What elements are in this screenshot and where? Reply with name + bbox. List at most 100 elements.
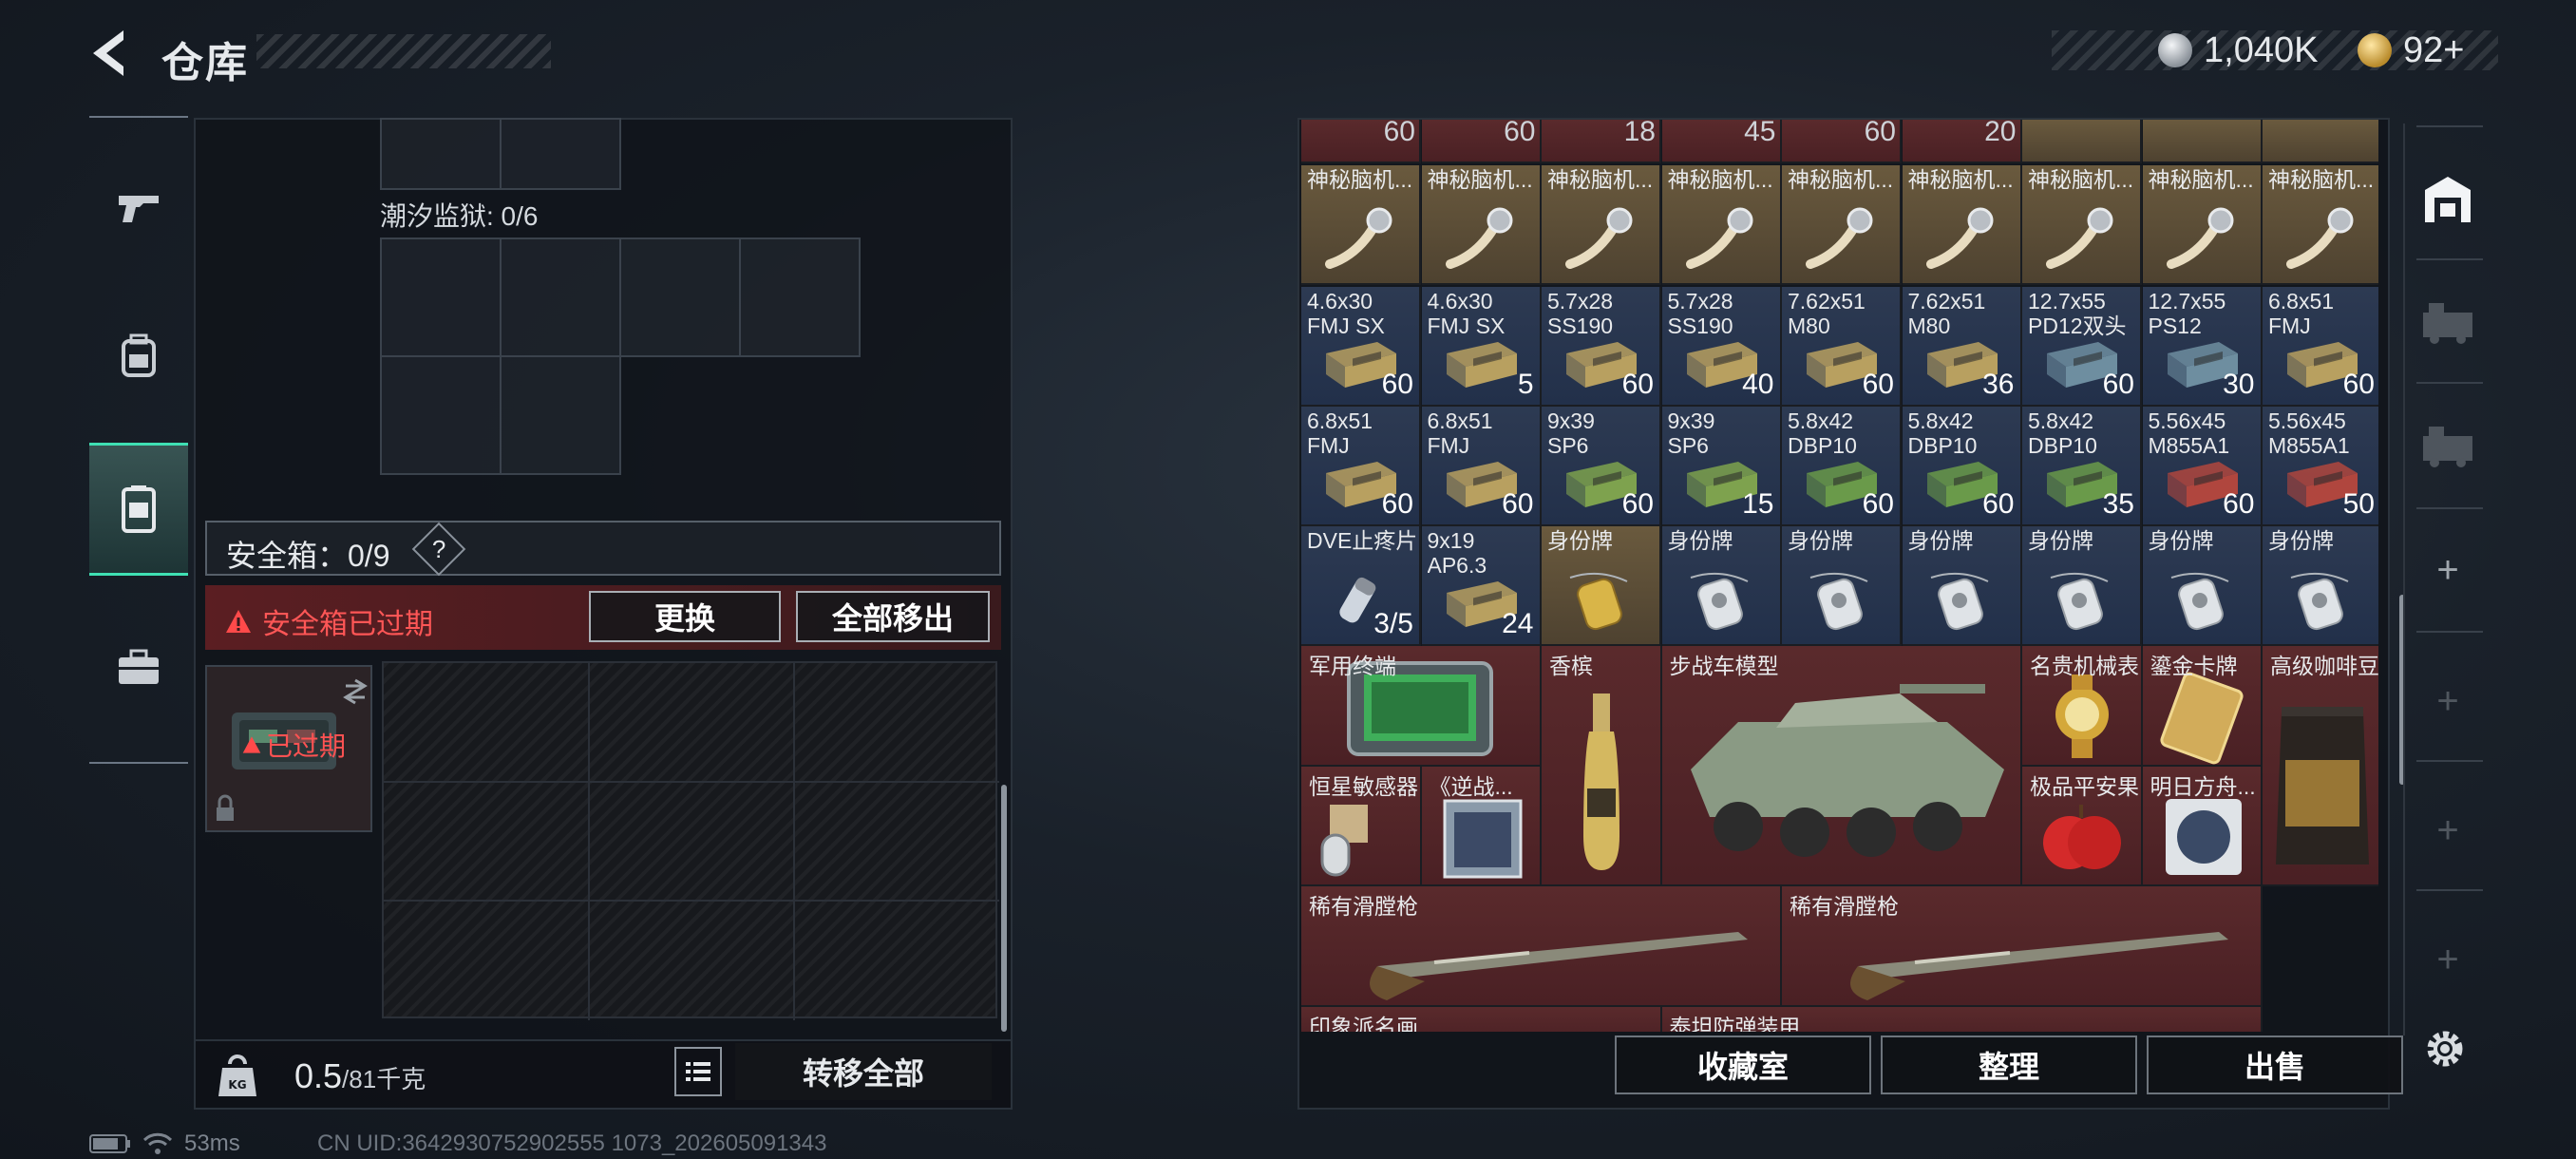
impressionist-painting[interactable]: 印象派名画	[1301, 1006, 1662, 1032]
prison-slot[interactable]	[500, 238, 621, 357]
add-storage-button[interactable]: +	[2405, 773, 2491, 887]
inventory-item[interactable]: 神秘脑机...	[1421, 165, 1542, 285]
add-storage-button[interactable]: +	[2405, 902, 2491, 1016]
inventory-item[interactable]: 9x39 SP6 60	[1542, 407, 1661, 526]
back-arrow-icon[interactable]	[84, 25, 141, 82]
inventory-item[interactable]: 身份牌	[2263, 526, 2378, 646]
rare-musket[interactable]: 稀有滑膛枪	[1782, 886, 2263, 1007]
item-variant: FMJ	[1427, 433, 1470, 458]
ifv-model[interactable]: 步战车模型	[1661, 646, 2022, 886]
prison-slot[interactable]	[739, 238, 861, 357]
premium-apple[interactable]: 极品平安果	[2022, 766, 2143, 886]
inventory-item[interactable]: 5.7x28 SS190 60	[1542, 287, 1661, 407]
left-scrollbar[interactable]	[1001, 785, 1007, 1032]
tab-weapon[interactable]	[89, 141, 188, 274]
inventory-item[interactable]: 5.56x45 M855A1 60	[2142, 407, 2263, 526]
prison-slot[interactable]	[380, 355, 502, 475]
inventory-item[interactable]: DVE止疼片 3/5	[1301, 526, 1421, 646]
inventory-item[interactable]: 5.8x42 DBP10 60	[1782, 407, 1902, 526]
inventory-item[interactable]: 9x39 SP6 15	[1661, 407, 1782, 526]
sell-button[interactable]: 出售	[2147, 1036, 2403, 1094]
gear-icon[interactable]	[2420, 1024, 2470, 1074]
inventory-item[interactable]: 身份牌	[1782, 526, 1902, 646]
inventory-item[interactable]: 身份牌	[2022, 526, 2142, 646]
list-button[interactable]	[674, 1047, 722, 1096]
grid-cell-partial[interactable]	[2022, 120, 2142, 163]
sort-button[interactable]: 整理	[1881, 1036, 2137, 1094]
inventory-item[interactable]: 7.62x51 M80 60	[1782, 287, 1902, 407]
inventory-item[interactable]: 身份牌	[2142, 526, 2263, 646]
inventory-item[interactable]: 5.8x42 DBP10 60	[1902, 407, 2022, 526]
arknights-album[interactable]: 明日方舟...	[2142, 766, 2263, 886]
inventory-item[interactable]: 12.7x55 PS12 30	[2142, 287, 2263, 407]
tab-backpack[interactable]	[89, 289, 188, 422]
inventory-item[interactable]: 神秘脑机...	[1542, 165, 1661, 285]
inventory-item[interactable]: 神秘脑机...	[2022, 165, 2142, 285]
inventory-item[interactable]: 神秘脑机...	[2263, 165, 2378, 285]
transfer-all-button[interactable]: 转移全部	[735, 1043, 992, 1100]
inventory-item[interactable]: 神秘脑机...	[1782, 165, 1902, 285]
collection-room-button[interactable]: 收藏室	[1615, 1036, 1871, 1094]
remove-all-button[interactable]: 全部移出	[796, 591, 990, 642]
tool-separator	[2416, 760, 2483, 762]
tab-toolbox[interactable]	[89, 600, 188, 733]
inventory-item[interactable]: 身份牌	[1902, 526, 2022, 646]
grid-cell-partial[interactable]: 60	[1421, 120, 1542, 163]
inventory-item[interactable]: 神秘脑机...	[2142, 165, 2263, 285]
rare-musket[interactable]: 稀有滑膛枪	[1301, 886, 1782, 1007]
tab-safebox[interactable]	[89, 443, 188, 576]
gold-currency[interactable]: 92+	[2358, 27, 2464, 74]
inventory-item[interactable]: 6.8x51 FMJ 60	[2263, 287, 2378, 407]
container-slot[interactable]	[500, 118, 621, 190]
grid-cell-partial[interactable]	[2263, 120, 2378, 163]
add-storage-button[interactable]: +	[2405, 644, 2491, 758]
help-icon[interactable]: ?	[411, 522, 466, 577]
safebox-grid[interactable]	[382, 661, 999, 1020]
storage-grid[interactable]: 60 60 18 45 60 20 神秘脑机... 神秘脑机... 神秘脑机... 神秘脑机...…	[1299, 120, 2378, 1032]
storage-slot-3[interactable]	[2405, 388, 2491, 502]
star-sensor[interactable]: 恒星敏感器	[1301, 766, 1422, 886]
inventory-item[interactable]: 身份牌	[1661, 526, 1782, 646]
inventory-item[interactable]: 5.8x42 DBP10 35	[2022, 407, 2142, 526]
grid-cell-partial[interactable]: 18	[1542, 120, 1661, 163]
safebox-item[interactable]: 已过期	[205, 665, 372, 832]
container-slot[interactable]	[380, 118, 502, 190]
item-variant: SP6	[1547, 433, 1589, 458]
champagne[interactable]: 香槟	[1542, 646, 1662, 886]
inventory-item[interactable]: 神秘脑机...	[1301, 165, 1421, 285]
prison-slot[interactable]	[500, 355, 621, 475]
inventory-item[interactable]: 身份牌	[1542, 526, 1661, 646]
storage-main-tab[interactable]	[2405, 142, 2491, 256]
inventory-item[interactable]: 7.62x51 M80 36	[1902, 287, 2022, 407]
inventory-item[interactable]: 4.6x30 FMJ SX 5	[1421, 287, 1542, 407]
inventory-item[interactable]: 5.7x28 SS190 40	[1661, 287, 1782, 407]
inventory-item[interactable]: 12.7x55 PD12双头 60	[2022, 287, 2142, 407]
game-book[interactable]: 《逆战...	[1421, 766, 1542, 886]
prison-slot[interactable]	[619, 238, 741, 357]
item-name: 名贵机械表	[2030, 654, 2139, 678]
inventory-item[interactable]: 神秘脑机...	[1902, 165, 2022, 285]
replace-button[interactable]: 更换	[589, 591, 781, 642]
grid-cell-partial[interactable]	[2142, 120, 2263, 163]
inventory-item[interactable]: 5.56x45 M855A1 50	[2263, 407, 2378, 526]
luxury-watch[interactable]: 名贵机械表	[2022, 646, 2143, 767]
titan-armor[interactable]: 泰坦防弹装甲	[1661, 1006, 2263, 1032]
grid-cell-partial[interactable]: 60	[1301, 120, 1421, 163]
prison-slot[interactable]	[380, 238, 502, 357]
military-terminal[interactable]: 军用终端	[1301, 646, 1542, 767]
gold-card[interactable]: 鎏金卡牌	[2142, 646, 2263, 767]
item-variant: FMJ	[2268, 314, 2311, 338]
add-storage-button[interactable]: +	[2405, 513, 2491, 627]
inventory-item[interactable]: 9x19 AP6.3 24	[1421, 526, 1542, 646]
grid-cell-partial[interactable]: 60	[1782, 120, 1902, 163]
coffee-beans[interactable]: 高级咖啡豆	[2263, 646, 2378, 886]
storage-slot-2[interactable]	[2405, 264, 2491, 378]
inventory-item[interactable]: 6.8x51 FMJ 60	[1421, 407, 1542, 526]
inventory-item[interactable]: 4.6x30 FMJ SX 60	[1301, 287, 1421, 407]
inventory-item[interactable]: 神秘脑机...	[1661, 165, 1782, 285]
grid-cell-partial[interactable]: 20	[1902, 120, 2022, 163]
grid-cell-partial[interactable]: 45	[1661, 120, 1782, 163]
inventory-item[interactable]: 6.8x51 FMJ 60	[1301, 407, 1421, 526]
item-name: 神秘脑机...	[1547, 167, 1654, 192]
brain-chip-icon	[1925, 207, 1993, 269]
